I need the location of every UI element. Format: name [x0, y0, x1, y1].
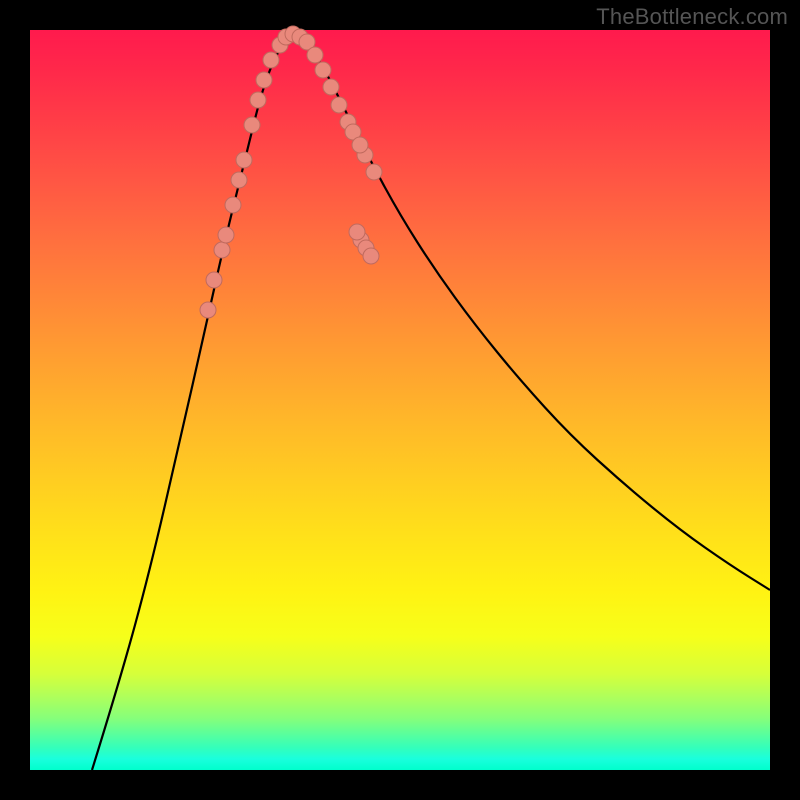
data-point	[307, 47, 323, 63]
chart-svg	[30, 30, 770, 770]
data-point	[331, 97, 347, 113]
data-point	[352, 137, 368, 153]
plot-area	[30, 30, 770, 770]
watermark-text: TheBottleneck.com	[596, 4, 788, 30]
data-point	[218, 227, 234, 243]
data-point	[363, 248, 379, 264]
data-point	[366, 164, 382, 180]
data-point	[244, 117, 260, 133]
chart-frame: TheBottleneck.com	[0, 0, 800, 800]
data-point	[256, 72, 272, 88]
data-point	[315, 62, 331, 78]
data-point	[349, 224, 365, 240]
data-point	[225, 197, 241, 213]
data-point	[231, 172, 247, 188]
data-point	[206, 272, 222, 288]
data-points	[200, 26, 382, 318]
data-point	[236, 152, 252, 168]
data-point	[263, 52, 279, 68]
data-point	[200, 302, 216, 318]
data-point	[323, 79, 339, 95]
data-point	[214, 242, 230, 258]
data-point	[250, 92, 266, 108]
bottleneck-curve	[92, 38, 770, 770]
